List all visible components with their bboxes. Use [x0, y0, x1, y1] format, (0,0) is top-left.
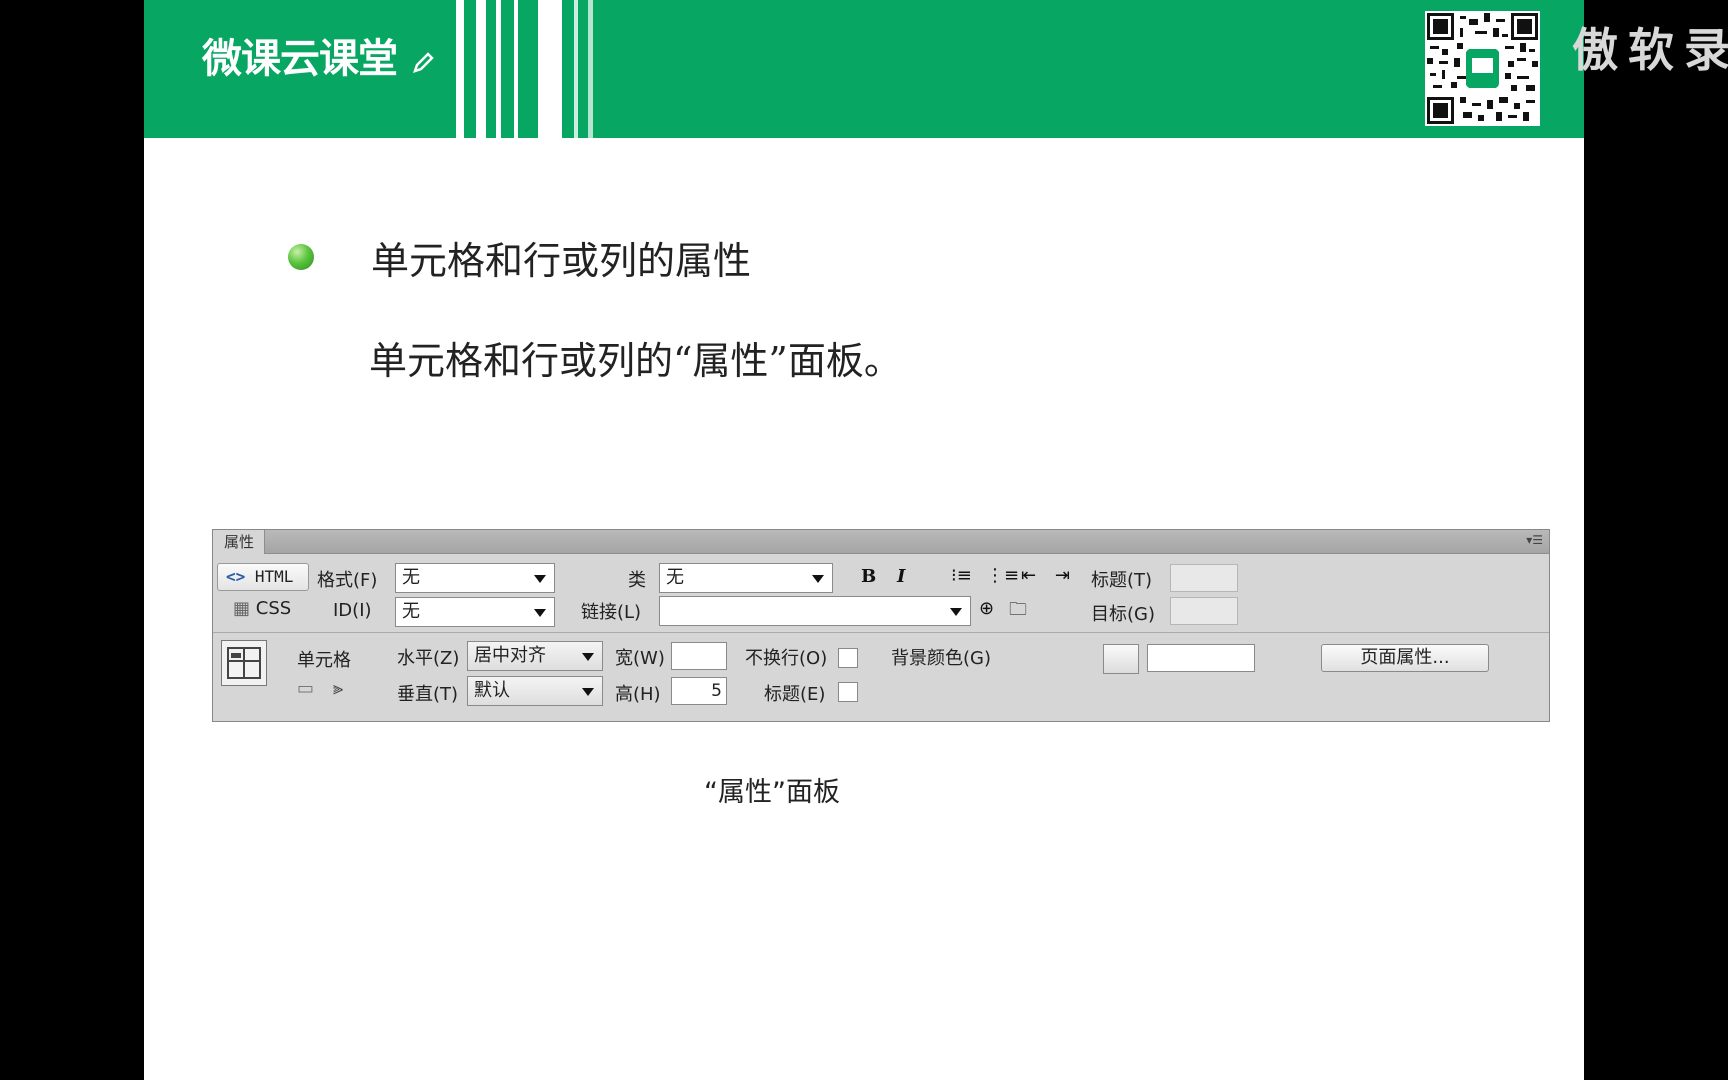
bgcolor-input[interactable]: [1147, 644, 1255, 672]
id-label: ID(I): [333, 600, 372, 621]
height-label: 高(H): [615, 684, 661, 705]
pencil-icon: [412, 38, 434, 84]
css-mode-button[interactable]: ▦ CSS: [233, 598, 291, 619]
panel-divider: [213, 632, 1549, 633]
split-cell-icon[interactable]: ⫸: [333, 678, 343, 699]
target-label: 目标(G): [1091, 604, 1155, 625]
banner-stripe: [476, 0, 486, 138]
slide: 微课云课堂 单元格和行或列的属性 单元格和行或列的“属性”面板。 属性 ▾☰ <…: [144, 0, 1584, 1080]
link-label: 链接(L): [581, 602, 642, 623]
title-label: 标题(T): [1091, 570, 1153, 591]
banner-stripe: [538, 0, 562, 138]
indent-icon[interactable]: ⇥: [1055, 565, 1070, 586]
chevron-down-icon: [812, 575, 824, 583]
chevron-down-icon: [582, 653, 594, 661]
qr-code: [1425, 11, 1540, 126]
banner-stripe: [588, 0, 593, 138]
banner-stripe: [456, 0, 464, 138]
ordered-list-icon[interactable]: ⋮≡: [986, 565, 1019, 586]
header-banner: 微课云课堂: [144, 0, 1584, 138]
html-button-label: HTML: [254, 567, 294, 586]
html-mode-button[interactable]: <> HTML: [217, 563, 309, 591]
slide-subheading: 单元格和行或列的“属性”面板。: [369, 339, 902, 383]
width-label: 宽(W): [615, 648, 665, 669]
target-input[interactable]: [1170, 597, 1238, 625]
horizontal-label: 水平(Z): [397, 648, 460, 669]
vertical-align-select[interactable]: 默认: [467, 676, 603, 706]
format-label: 格式(F): [317, 570, 378, 591]
chevron-down-icon: [534, 575, 546, 583]
slide-heading: 单元格和行或列的属性: [371, 239, 752, 283]
bgcolor-swatch[interactable]: [1103, 644, 1139, 674]
css-icon: ▦: [233, 598, 251, 619]
id-select[interactable]: 无: [395, 597, 555, 627]
panel-tab-bar: 属性 ▾☰: [213, 530, 1549, 554]
outdent-icon[interactable]: ⇤: [1021, 565, 1036, 586]
unordered-list-icon[interactable]: ⁝≡: [951, 565, 972, 586]
brand-logo: 微课云课堂: [202, 26, 434, 86]
logo-text: 微课云课堂: [202, 36, 398, 82]
cell-properties-icon: [221, 640, 267, 686]
nowrap-checkbox[interactable]: [838, 648, 858, 668]
banner-stripe: [496, 0, 501, 138]
tab-properties[interactable]: 属性: [213, 530, 265, 554]
bold-button[interactable]: B: [861, 566, 876, 587]
width-input[interactable]: [671, 642, 727, 670]
point-to-file-icon[interactable]: ⊕: [979, 598, 994, 619]
id-value: 无: [402, 601, 420, 622]
italic-button[interactable]: I: [897, 566, 905, 587]
css-button-label: CSS: [255, 598, 292, 619]
chevron-down-icon: [950, 608, 962, 616]
merge-cells-icon[interactable]: ▭: [297, 678, 314, 699]
vertical-label: 垂直(T): [397, 684, 459, 705]
recorder-watermark: 傲软录: [1572, 23, 1728, 77]
title-input[interactable]: [1170, 564, 1238, 592]
header-checkbox[interactable]: [838, 682, 858, 702]
link-input[interactable]: [659, 596, 971, 626]
class-label: 类: [628, 570, 646, 591]
format-select[interactable]: 无: [395, 563, 555, 593]
page-properties-button[interactable]: 页面属性...: [1321, 644, 1489, 672]
folder-icon[interactable]: 🗀: [1009, 597, 1027, 627]
banner-stripe: [514, 0, 518, 138]
nowrap-label: 不换行(O): [745, 648, 828, 669]
chevron-down-icon: [534, 609, 546, 617]
format-value: 无: [402, 567, 420, 588]
properties-panel: 属性 ▾☰ <> HTML ▦ CSS 格式(F) 无 ID(I) 无 类 无 …: [212, 529, 1550, 722]
height-input[interactable]: 5: [671, 677, 727, 705]
class-value: 无: [666, 567, 684, 588]
code-icon: <>: [226, 567, 246, 586]
horizontal-value: 居中对齐: [474, 645, 546, 666]
figure-caption: “属性”面板: [704, 777, 840, 808]
chevron-down-icon: [582, 688, 594, 696]
vertical-value: 默认: [474, 680, 510, 701]
cell-label: 单元格: [297, 650, 351, 671]
horizontal-align-select[interactable]: 居中对齐: [467, 641, 603, 671]
class-select[interactable]: 无: [659, 563, 833, 593]
bullet-icon: [288, 244, 314, 270]
bgcolor-label: 背景颜色(G): [891, 648, 991, 669]
header-label: 标题(E): [764, 684, 826, 705]
panel-options-menu-icon[interactable]: ▾☰: [1526, 533, 1543, 547]
banner-stripe: [574, 0, 578, 138]
